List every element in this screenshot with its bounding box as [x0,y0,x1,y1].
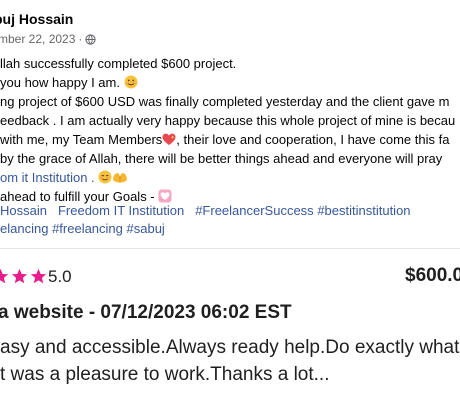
hashtag-row-2: elancing #freelancing #sabuj [0,221,165,237]
hashtag-freelancersuccess[interactable]: #FreelancerSuccess [195,203,314,218]
tag-link-freedom-it[interactable]: Freedom IT Institution [58,203,184,218]
star-icon [0,268,9,284]
heart-emoji [158,189,172,203]
review-text-line-2: t was a pleasure to work.Thanks a lot... [0,364,330,385]
post-text-line-4: eedback . I am actually very happy becau… [0,113,456,128]
post-text-line-1: llah successfully completed $600 project… [0,56,237,71]
post-date[interactable]: tember 22, 2023 [0,32,75,46]
star-rating [0,268,49,285]
rating-value: 5.0 [48,267,72,286]
post-meta: tember 22, 2023 · [0,32,97,46]
relieved-emoji [98,170,112,184]
post-text-segment: you how happy I am. [0,75,120,90]
post-text-line-5: with me, my Team Members , their love an… [0,132,449,148]
post-text-line-6: by the grace of Allah, there will be bet… [0,151,443,166]
hands-emoji [113,173,128,183]
hashtag-row-1: Hossain Freedom IT Institution #Freelancer… [0,203,411,219]
star-icon [30,268,47,284]
star-icon [11,268,28,284]
project-price: $600.0 [405,265,460,286]
post-text-line-3: ng project of $600 USD was finally compl… [0,94,450,109]
heart-sparkle-emoji [162,133,176,145]
review-title: a website - 07/12/2023 06:02 EST [0,302,292,323]
review-text-line-1: asy and accessible.Always ready help.Do … [0,337,460,358]
hashtag-freelancing[interactable]: #freelancing [52,221,123,236]
post-text-line-2: you how happy I am. [0,75,138,91]
post-text-segment: ahead to fulfill your Goals - [0,189,159,204]
post-author-name[interactable]: buj Hossain [0,11,73,27]
meta-separator: · [78,32,83,46]
institution-mention-link[interactable]: om it Institution . [0,170,95,185]
client-review-card: 5.0 $600.0 a website - 07/12/2023 06:02 … [0,249,460,402]
facebook-post: buj Hossain tember 22, 2023 · llah succe… [0,0,460,248]
globe-icon[interactable] [85,33,97,45]
post-text-segment: with me, my Team Members [0,132,163,147]
hashtag-freelancing-truncated[interactable]: elancing [0,221,48,236]
tag-link-hossain[interactable]: Hossain [0,203,47,218]
hashtag-sabuj[interactable]: #sabuj [127,221,165,236]
hashtag-bestitinstitution[interactable]: #bestitinstitution [317,203,410,218]
post-text-segment: , their love and cooperation, I have com… [176,132,450,147]
post-text-line-7: om it Institution . [0,170,128,186]
smile-emoji [124,75,138,89]
